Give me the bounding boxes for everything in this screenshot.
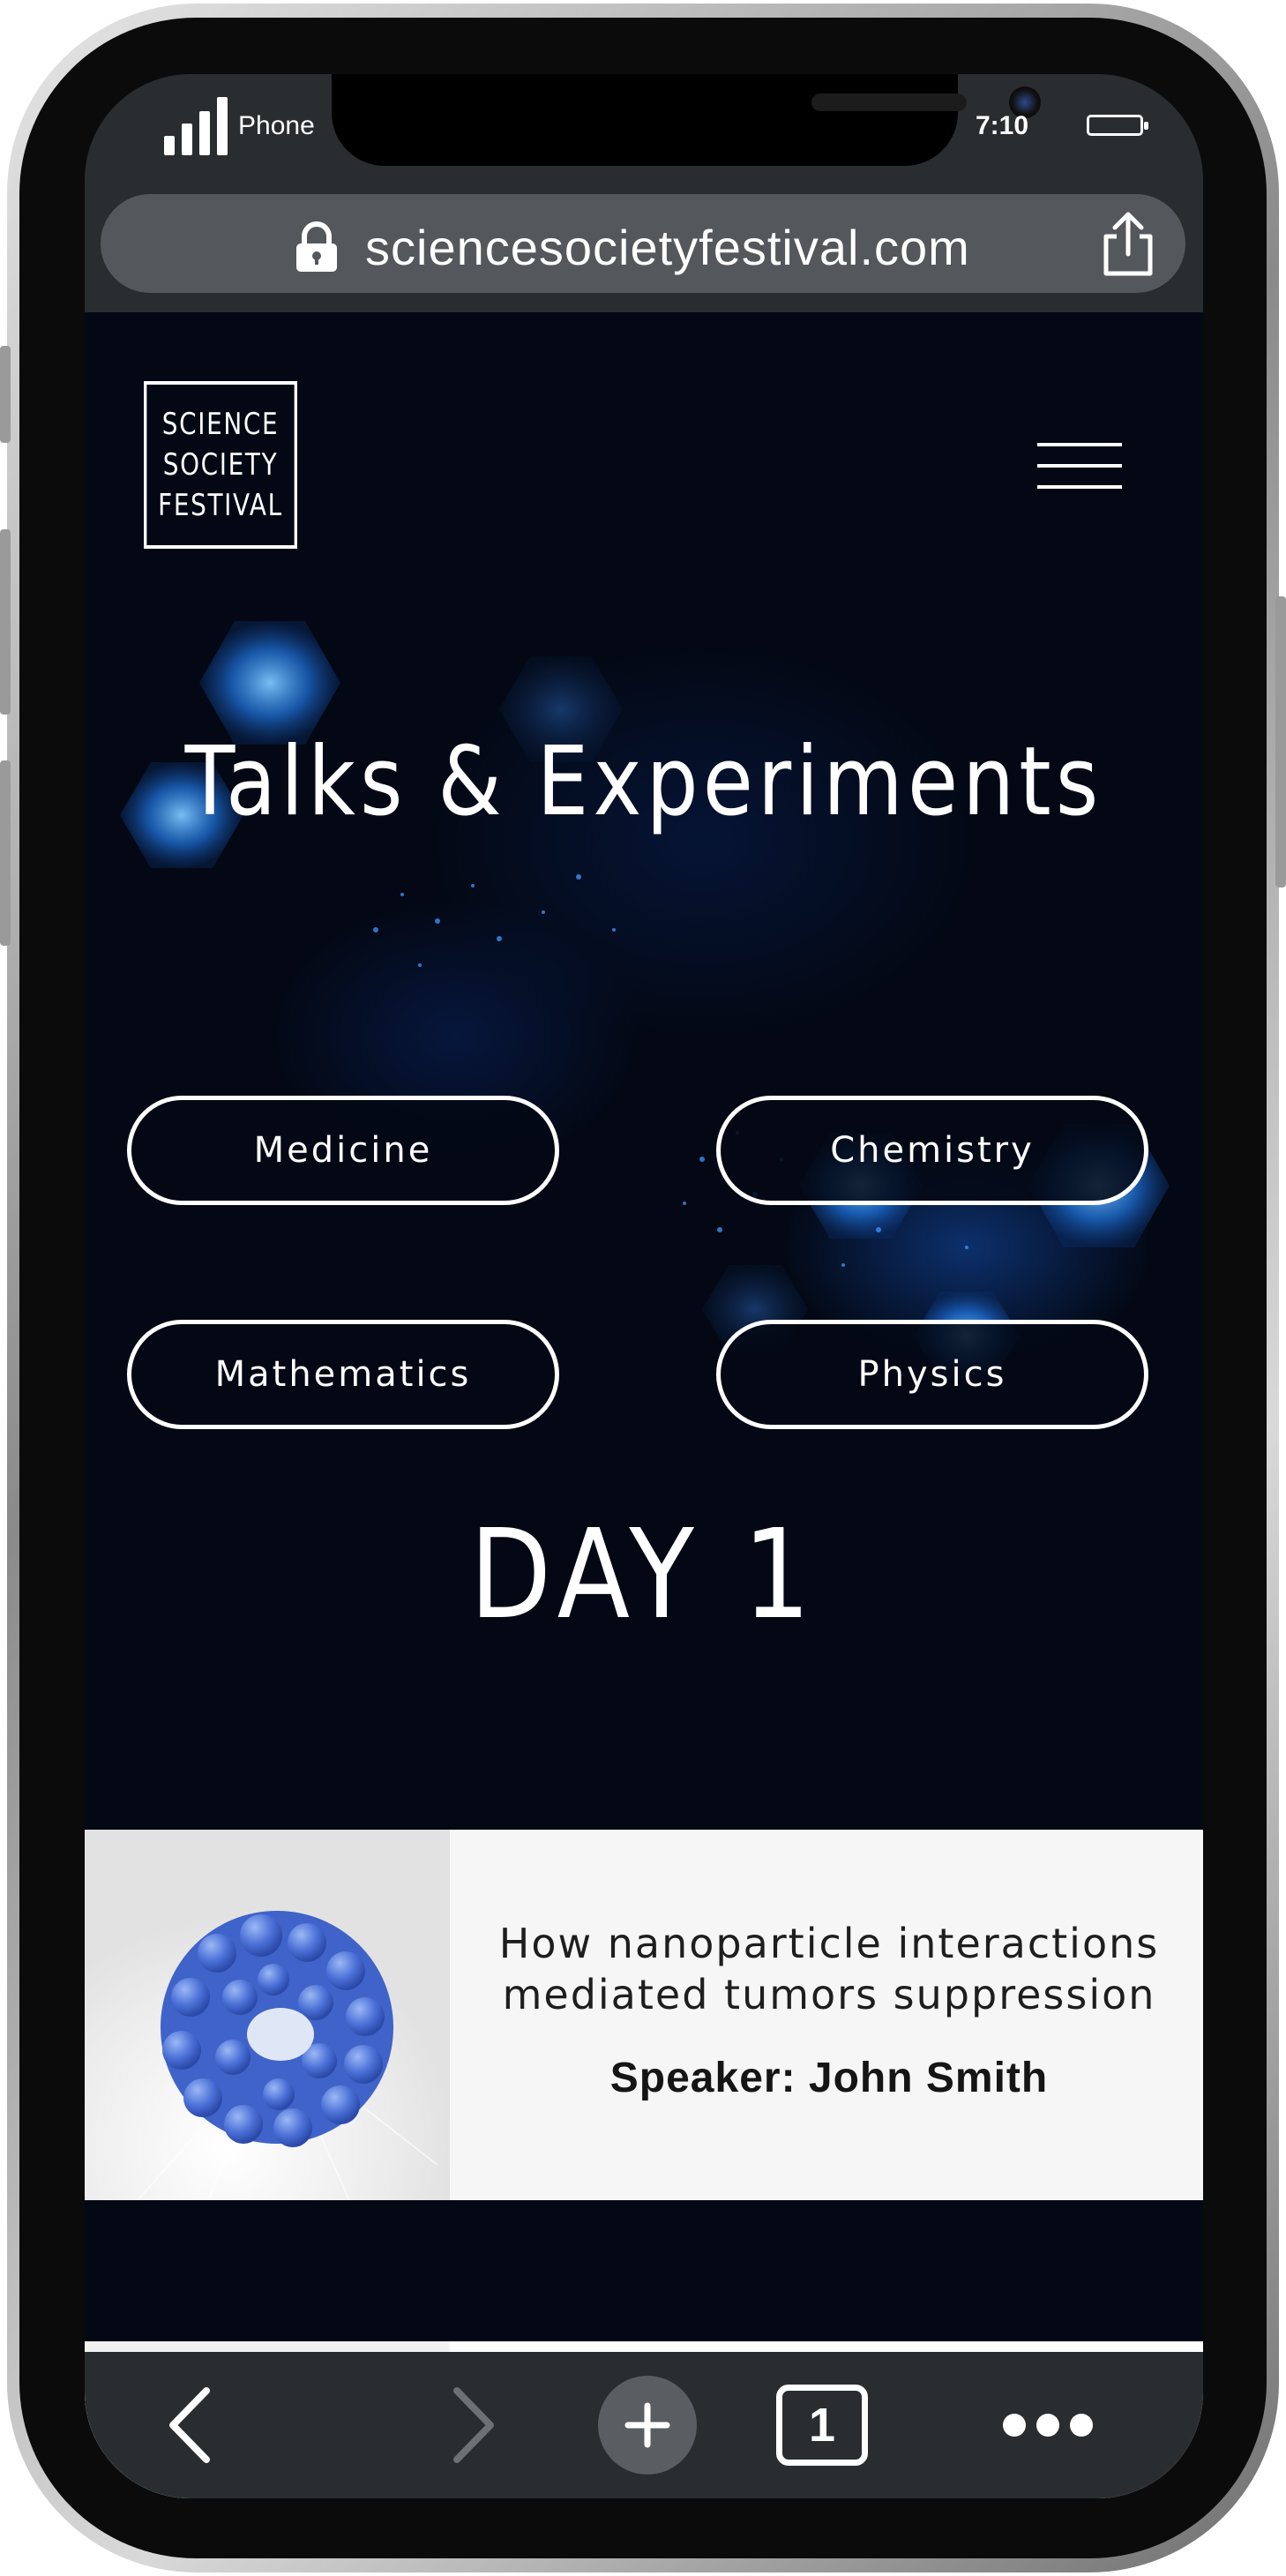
nanoparticle-sphere-icon	[137, 1911, 438, 2201]
browser-address-area: sciencesocietyfestival.com	[85, 180, 1203, 312]
hero-section: SCIENCE SOCIETY FESTIVAL Talks & Experim…	[85, 312, 1203, 1429]
back-button[interactable]	[138, 2352, 243, 2498]
talk-speaker: Speaker: John Smith	[609, 2055, 1049, 2101]
volume-up-button	[0, 529, 11, 715]
talk-title-line-1: How nanoparticle interactions	[498, 1920, 1160, 1967]
back-icon	[169, 2387, 210, 2463]
status-bar: Phone 7:10	[85, 74, 1203, 180]
notch	[332, 74, 1041, 166]
category-button-medicine[interactable]: Medicine	[127, 1096, 559, 1205]
category-button-physics[interactable]: Physics	[716, 1320, 1148, 1429]
logo-line-3: FESTIVAL	[158, 488, 283, 523]
battery-icon	[1087, 115, 1148, 136]
volume-down-button	[0, 760, 11, 946]
talk-title: How nanoparticle interactions mediated t…	[455, 1918, 1203, 2020]
logo-line-1: SCIENCE	[161, 407, 280, 442]
category-button-mathematics[interactable]: Mathematics	[127, 1320, 559, 1429]
status-time: 7:10	[976, 111, 1029, 140]
day-heading: DAY 1	[469, 1503, 819, 1647]
lock-icon	[296, 221, 337, 272]
tab-count: 1	[776, 2385, 868, 2466]
share-icon[interactable]	[1097, 210, 1159, 277]
talk-card[interactable]: How nanoparticle interactions mediated t…	[85, 1830, 1203, 2201]
power-button	[1275, 596, 1286, 887]
more-button[interactable]	[986, 2352, 1110, 2498]
festival-logo[interactable]: SCIENCE SOCIETY FESTIVAL	[144, 381, 297, 549]
forward-icon	[453, 2387, 494, 2463]
new-tab-button[interactable]	[594, 2352, 700, 2498]
forward-button[interactable]	[420, 2352, 526, 2498]
earpiece-speaker	[811, 94, 967, 111]
nanoparticle-image	[85, 1830, 450, 2201]
address-bar[interactable]: sciencesocietyfestival.com	[101, 194, 1185, 293]
talk-title-line-2: mediated tumors suppression	[502, 1971, 1156, 2018]
signal-strength-icon	[164, 97, 228, 155]
phone-screen: Phone 7:10 sciencesocietyfestival.com SC…	[85, 74, 1203, 2498]
browser-toolbar: 1	[85, 2352, 1203, 2498]
tabs-button[interactable]: 1	[769, 2352, 875, 2498]
carrier-label: Phone	[238, 111, 315, 140]
logo-line-2: SOCIETY	[162, 447, 279, 483]
hero-title: Talks & Experiments	[184, 727, 1103, 837]
category-button-chemistry[interactable]: Chemistry	[716, 1096, 1148, 1205]
mute-switch	[0, 346, 11, 443]
web-page: SCIENCE SOCIETY FESTIVAL Talks & Experim…	[85, 312, 1203, 2498]
plus-icon	[598, 2376, 697, 2475]
url-text: sciencesocietyfestival.com	[365, 220, 970, 275]
hamburger-menu-icon[interactable]	[1037, 443, 1122, 490]
more-icon	[1003, 2414, 1093, 2437]
